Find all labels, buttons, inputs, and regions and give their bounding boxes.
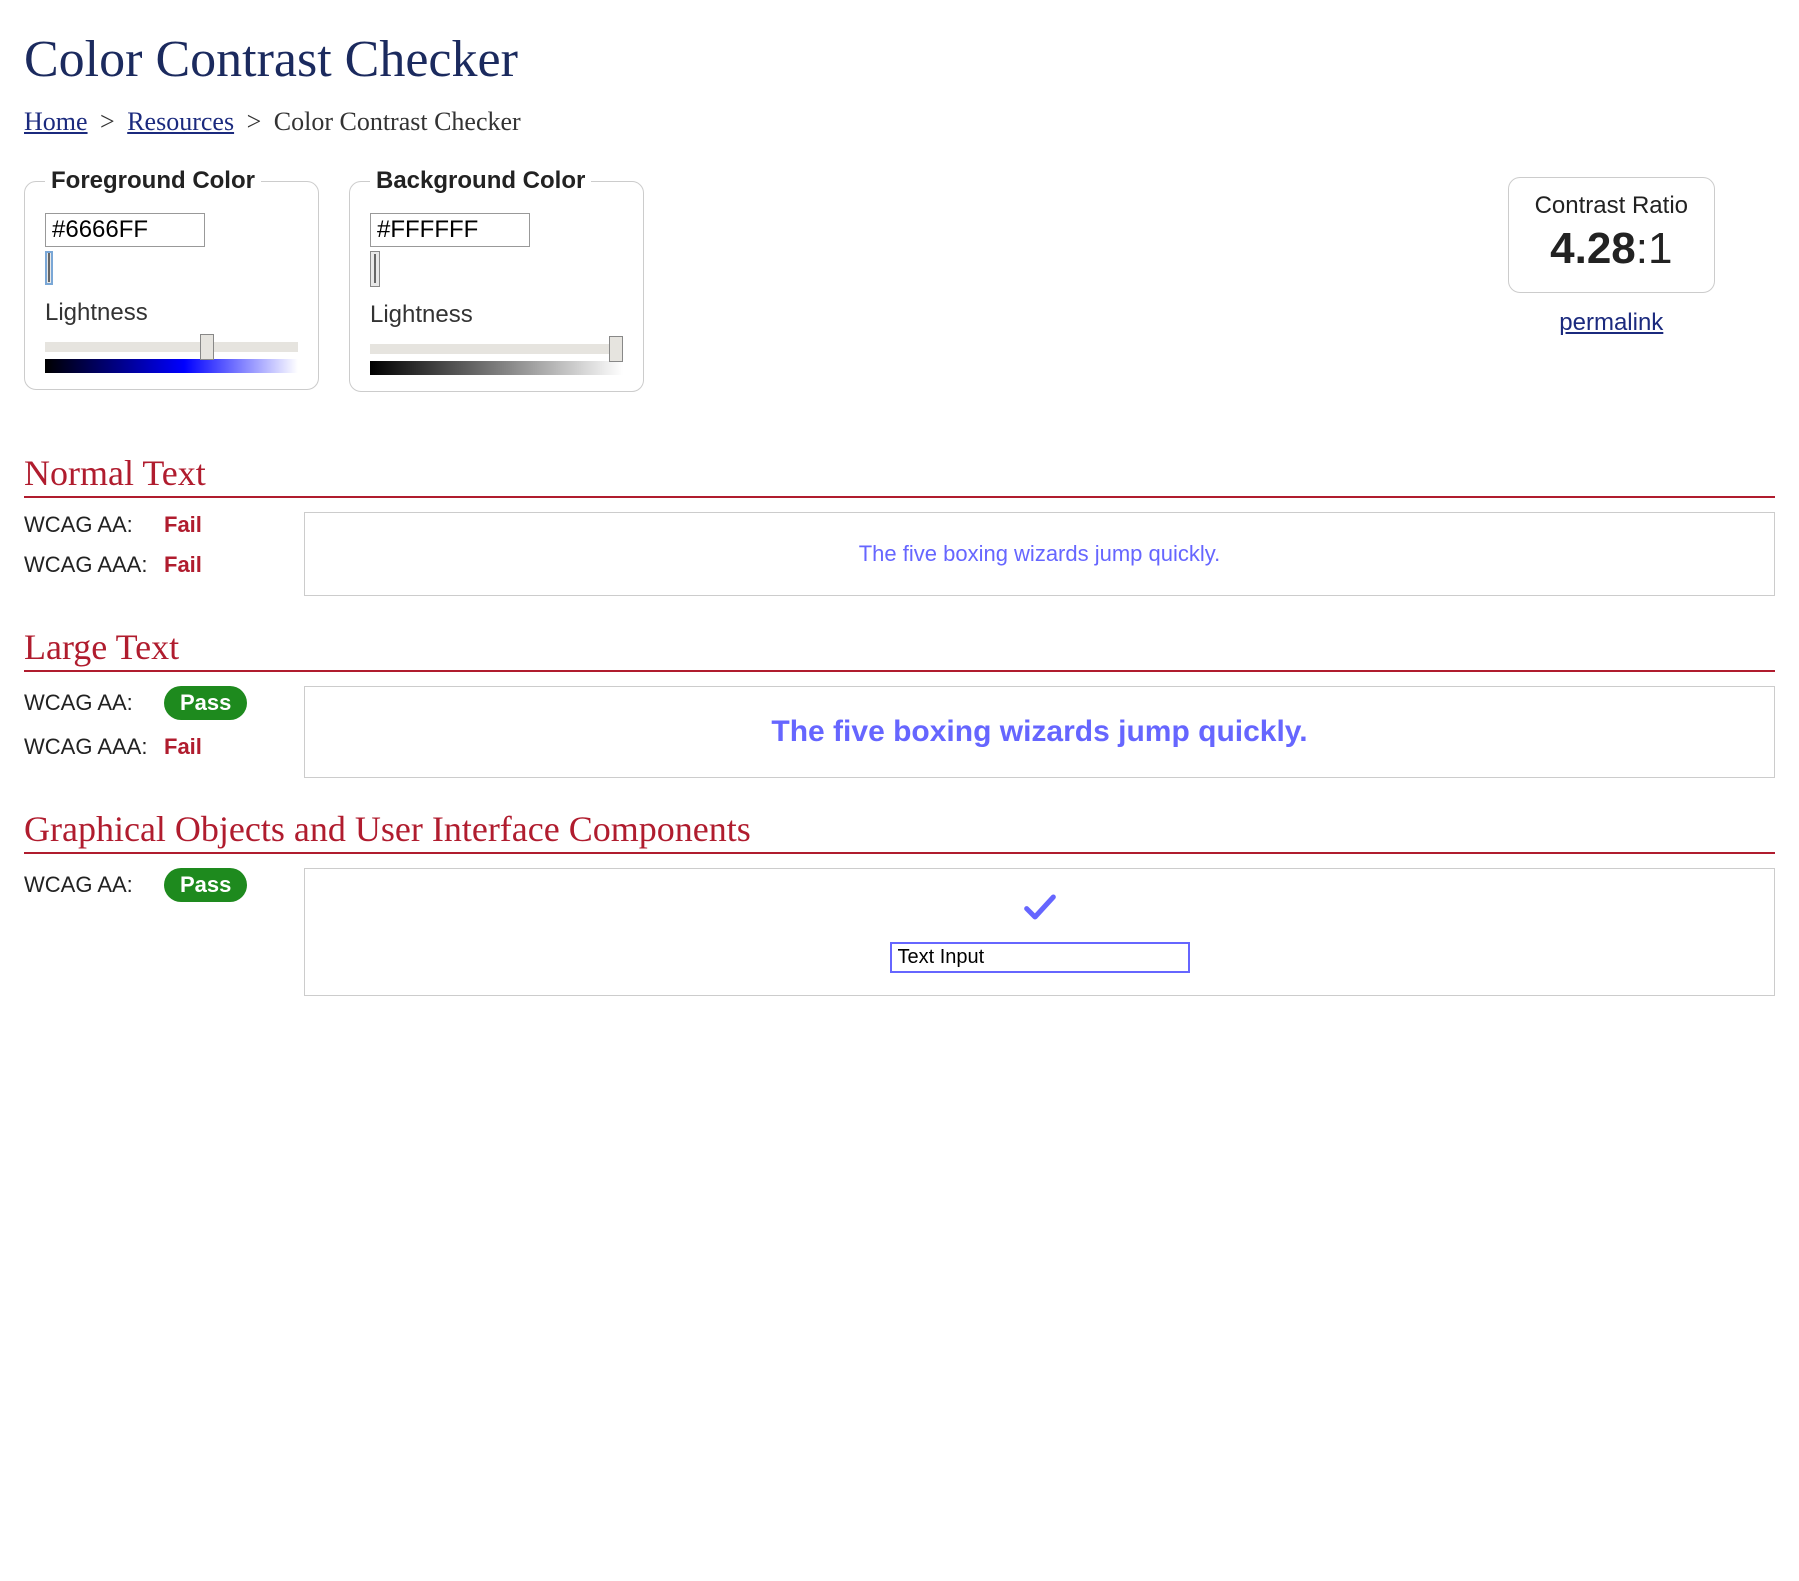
large-aa-result: Pass bbox=[164, 686, 247, 720]
page-title: Color Contrast Checker bbox=[24, 30, 1775, 89]
foreground-swatch-button[interactable] bbox=[45, 251, 53, 285]
large-sample-text[interactable]: The five boxing wizards jump quickly. bbox=[771, 715, 1307, 749]
normal-aaa-result: Fail bbox=[164, 552, 202, 578]
breadcrumb: Home > Resources > Color Contrast Checke… bbox=[24, 107, 1775, 137]
background-fieldset: Background Color Lightness bbox=[349, 167, 644, 392]
ui-aa-label: WCAG AA: bbox=[24, 872, 164, 898]
breadcrumb-sep: > bbox=[241, 107, 268, 136]
foreground-swatch bbox=[48, 253, 50, 282]
ui-sample-box bbox=[304, 868, 1775, 996]
ui-demo-input[interactable] bbox=[890, 942, 1190, 973]
background-gradient bbox=[370, 361, 623, 375]
large-text-heading: Large Text bbox=[24, 626, 1775, 672]
breadcrumb-current: Color Contrast Checker bbox=[274, 107, 521, 136]
ui-components-heading: Graphical Objects and User Interface Com… bbox=[24, 808, 1775, 854]
normal-aa-label: WCAG AA: bbox=[24, 512, 164, 538]
normal-aaa-label: WCAG AAA: bbox=[24, 552, 164, 578]
ui-aa-result: Pass bbox=[164, 868, 247, 902]
background-lightness-label: Lightness bbox=[370, 301, 623, 329]
foreground-lightness-slider[interactable] bbox=[45, 342, 298, 352]
background-swatch-button[interactable] bbox=[370, 251, 380, 287]
breadcrumb-sep: > bbox=[94, 107, 121, 136]
large-aaa-label: WCAG AAA: bbox=[24, 734, 164, 760]
permalink-link[interactable]: permalink bbox=[1559, 309, 1663, 336]
large-aaa-result: Fail bbox=[164, 734, 202, 760]
background-hex-input[interactable] bbox=[370, 213, 530, 247]
background-swatch bbox=[374, 254, 376, 283]
foreground-lightness-label: Lightness bbox=[45, 299, 298, 327]
foreground-fieldset: Foreground Color Lightness bbox=[24, 167, 319, 390]
normal-text-heading: Normal Text bbox=[24, 452, 1775, 498]
foreground-gradient bbox=[45, 359, 298, 373]
contrast-ratio-box: Contrast Ratio 4.28:1 bbox=[1508, 177, 1715, 293]
breadcrumb-home[interactable]: Home bbox=[24, 107, 88, 136]
large-aa-label: WCAG AA: bbox=[24, 690, 164, 716]
background-lightness-slider[interactable] bbox=[370, 344, 623, 354]
checkmark-icon bbox=[1020, 887, 1060, 934]
normal-sample-box[interactable]: The five boxing wizards jump quickly. bbox=[304, 512, 1775, 596]
foreground-legend: Foreground Color bbox=[45, 167, 261, 195]
breadcrumb-resources[interactable]: Resources bbox=[127, 107, 234, 136]
contrast-ratio-title: Contrast Ratio bbox=[1535, 192, 1688, 220]
background-legend: Background Color bbox=[370, 167, 591, 195]
contrast-ratio-value: 4.28:1 bbox=[1535, 224, 1688, 274]
foreground-hex-input[interactable] bbox=[45, 213, 205, 247]
normal-aa-result: Fail bbox=[164, 512, 202, 538]
large-sample-box[interactable]: The five boxing wizards jump quickly. bbox=[304, 686, 1775, 778]
normal-sample-text[interactable]: The five boxing wizards jump quickly. bbox=[859, 541, 1221, 567]
